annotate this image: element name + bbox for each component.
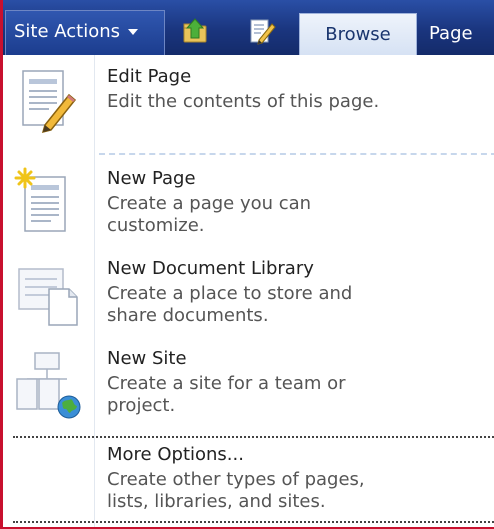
menu-item-description: customize. — [107, 215, 205, 236]
menu-item-new-document-library[interactable]: New Document Library Create a place to s… — [3, 253, 494, 343]
menu-separator — [13, 436, 494, 438]
chevron-down-icon — [128, 29, 139, 35]
menu-item-description: Create a site for a team or — [107, 373, 346, 394]
menu-item-title: New Site — [107, 348, 187, 369]
new-page-icon — [14, 167, 66, 232]
edit-icon[interactable] — [246, 16, 276, 46]
site-actions-menu: Edit Page Edit the contents of this page… — [3, 55, 494, 527]
menu-item-title: More Options... — [107, 444, 244, 465]
menu-item-more-options[interactable]: More Options... Create other types of pa… — [3, 439, 494, 527]
menu-item-description: Edit the contents of this page. — [107, 91, 380, 112]
site-actions-button[interactable]: Site Actions — [5, 10, 165, 55]
menu-item-new-site[interactable]: New Site Create a site for a team or pro… — [3, 343, 494, 433]
new-site-icon — [16, 352, 81, 419]
menu-item-title: New Document Library — [107, 258, 314, 279]
navigate-up-icon[interactable] — [181, 16, 211, 46]
new-document-library-icon — [18, 268, 78, 326]
menu-item-description: Create a place to store and — [107, 283, 353, 304]
menu-item-description: project. — [107, 395, 176, 416]
tab-browse[interactable]: Browse — [299, 13, 417, 55]
site-actions-window: Site Actions Browse Page Edit Page Edit … — [0, 0, 494, 529]
menu-item-new-page[interactable]: New Page Create a page you can customize… — [3, 163, 494, 253]
menu-item-description: Create other types of pages, — [107, 469, 365, 490]
menu-item-edit-page[interactable]: Edit Page Edit the contents of this page… — [3, 55, 494, 145]
menu-item-description: share documents. — [107, 305, 269, 326]
menu-item-description: Create a page you can — [107, 193, 312, 214]
edit-page-icon — [22, 70, 77, 134]
ribbon-bar: Site Actions Browse Page — [3, 0, 494, 55]
site-actions-label: Site Actions — [14, 21, 121, 42]
menu-separator — [99, 153, 494, 155]
menu-item-title: New Page — [107, 168, 196, 189]
menu-separator — [13, 521, 494, 523]
menu-item-description: lists, libraries, and sites. — [107, 491, 326, 512]
tab-page[interactable]: Page — [429, 13, 473, 55]
menu-item-title: Edit Page — [107, 66, 192, 87]
